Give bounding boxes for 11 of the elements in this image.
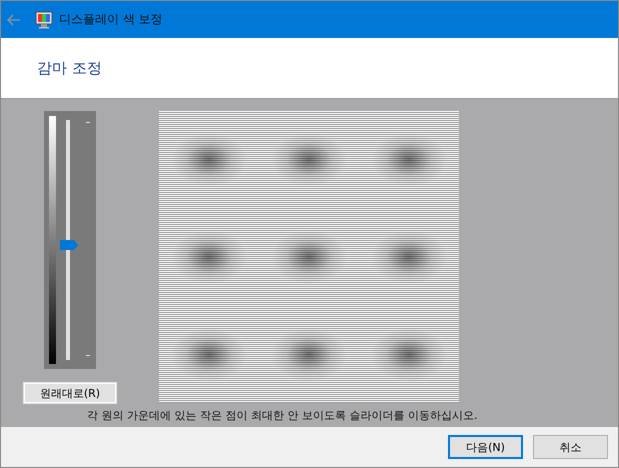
cancel-button[interactable]: 취소 [533,435,608,459]
back-arrow-icon[interactable] [7,14,21,26]
window-title: 디스플레이 색 보정 [59,11,163,28]
page-heading: 감마 조정 [37,58,102,78]
reset-button[interactable]: 원래대로(R) [22,381,118,405]
slider-thumb[interactable] [60,240,78,250]
tick-mark [86,122,90,123]
monitor-icon [35,10,53,28]
tick-mark [86,355,90,356]
instruction-text: 각 원의 가운데에 있는 작은 점이 최대한 안 보이도록 슬라이더를 이동하십시오. [86,408,478,423]
next-button[interactable]: 다음(N) [448,435,523,459]
